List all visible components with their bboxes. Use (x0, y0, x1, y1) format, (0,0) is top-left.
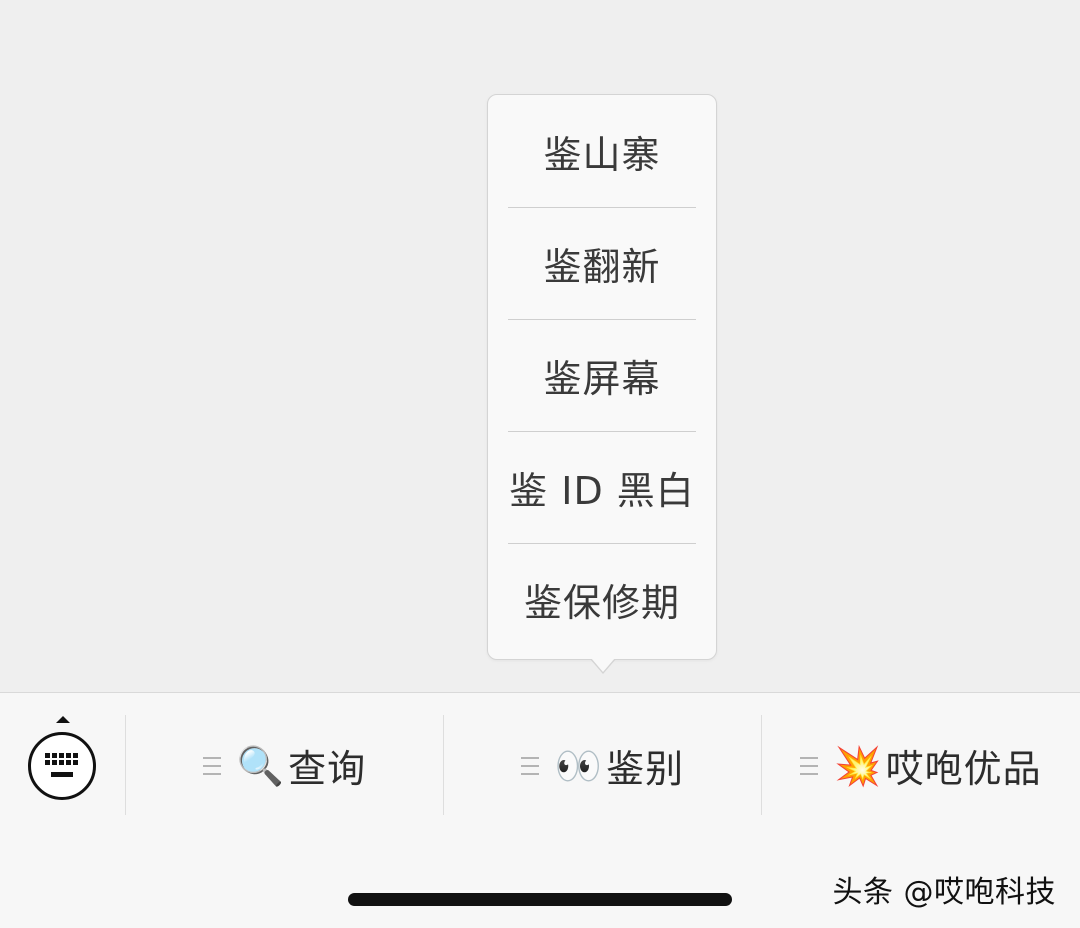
keyboard-toggle-button[interactable] (0, 693, 125, 838)
submenu-item-id-blacklist[interactable]: 鉴 ID 黑白 (488, 431, 716, 543)
watermark: 头条 @哎咆科技 (832, 875, 1056, 910)
submenu-lines-icon (800, 756, 819, 775)
submenu-item-screen[interactable]: 鉴屏幕 (488, 319, 716, 431)
submenu-popup: 鉴山寨 鉴翻新 鉴屏幕 鉴 ID 黑白 鉴保修期 (487, 94, 717, 660)
submenu-lines-icon (202, 756, 221, 775)
submenu-item-refurbished[interactable]: 鉴翻新 (488, 207, 716, 319)
menu-tab-products[interactable]: 💥 哎咆优品 (762, 693, 1080, 838)
menu-tab-query[interactable]: 🔍 查询 (126, 693, 443, 838)
eyes-icon: 👀 (554, 743, 603, 788)
menu-tab-label: 哎咆优品 (885, 747, 1042, 791)
menu-tab-label: 查询 (288, 747, 367, 791)
keyboard-icon (28, 732, 96, 800)
popup-arrow (591, 658, 615, 672)
submenu-item-warranty[interactable]: 鉴保修期 (488, 543, 716, 655)
collision-icon: 💥 (834, 743, 882, 788)
magnifier-icon: 🔍 (236, 743, 285, 788)
caret-up-icon (56, 716, 70, 723)
home-indicator[interactable] (348, 893, 732, 906)
submenu-item-shanzhai[interactable]: 鉴山寨 (488, 95, 716, 207)
submenu-lines-icon (520, 756, 539, 775)
menu-tab-identify[interactable]: 👀 鉴别 (444, 693, 761, 838)
menu-tab-label: 鉴别 (606, 747, 685, 791)
